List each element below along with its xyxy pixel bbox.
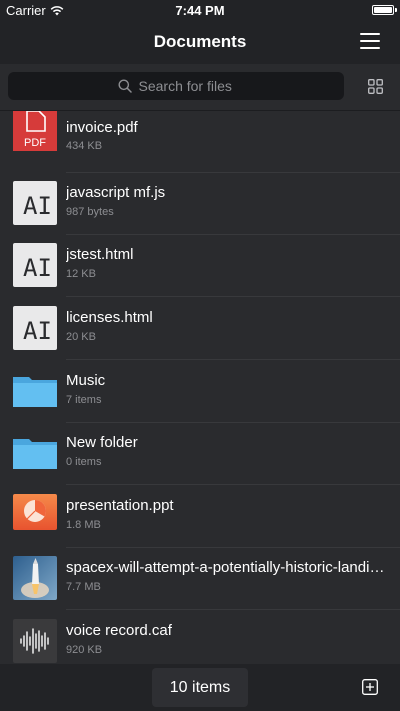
search-icon — [118, 79, 132, 93]
file-row-javascript[interactable]: AI javascript mf.js 987 bytes — [0, 173, 400, 235]
file-row-voice-record[interactable]: voice record.caf 920 KB — [0, 611, 400, 664]
text-badge-label: AI — [23, 254, 52, 282]
file-name: Music — [66, 372, 106, 389]
row-divider — [66, 609, 400, 610]
text-badge-label: AI — [23, 192, 52, 220]
documents-screen: Carrier 7:44 PM Documents Search for fil… — [0, 0, 400, 711]
file-meta: 434 KB — [66, 140, 103, 152]
rocket-photo-thumbnail — [13, 556, 57, 600]
audio-waveform-icon — [13, 619, 57, 663]
file-list: PDF invoice.pdf 434 KB AI javascript mf.… — [0, 111, 400, 664]
file-name: presentation.ppt — [66, 497, 174, 514]
file-meta: 20 KB — [66, 331, 96, 343]
status-time: 7:44 PM — [175, 3, 225, 18]
text-badge-label: AI — [23, 317, 52, 345]
row-divider — [66, 359, 400, 360]
folder-row-new-folder[interactable]: New folder 0 items — [0, 423, 400, 485]
pdf-badge-label: PDF — [24, 137, 46, 149]
folder-icon — [13, 377, 57, 407]
file-meta: 1.8 MB — [66, 519, 101, 531]
text-file-icon: AI — [13, 243, 57, 287]
file-meta: 0 items — [66, 456, 102, 468]
add-icon[interactable] — [362, 679, 378, 695]
hamburger-menu-icon[interactable] — [360, 33, 380, 49]
file-meta: 987 bytes — [66, 206, 114, 218]
folder-row-music[interactable]: Music 7 items — [0, 361, 400, 423]
folder-icon — [13, 439, 57, 469]
search-area — [0, 64, 400, 111]
file-name: jstest.html — [66, 246, 134, 263]
text-file-icon: AI — [13, 181, 57, 225]
file-name: voice record.caf — [66, 622, 172, 639]
file-row-jstest[interactable]: AI jstest.html 12 KB — [0, 235, 400, 297]
file-row-presentation[interactable]: presentation.ppt 1.8 MB — [0, 486, 400, 548]
file-name: spacex-will-attempt-a-potentially-histor… — [66, 559, 388, 576]
file-name: New folder — [66, 434, 138, 451]
file-name: invoice.pdf — [66, 119, 138, 136]
file-meta: 920 KB — [66, 644, 103, 656]
battery-tip — [395, 8, 397, 12]
battery-icon — [372, 5, 397, 15]
status-bar: Carrier 7:44 PM — [0, 0, 400, 20]
file-meta: 7.7 MB — [66, 581, 101, 593]
file-meta: 7 items — [66, 394, 102, 406]
navigation-bar: Documents — [0, 20, 400, 64]
item-count-label: 10 items — [152, 668, 248, 707]
file-row-spacex-image[interactable]: spacex-will-attempt-a-potentially-histor… — [0, 548, 400, 610]
battery-fill — [374, 7, 392, 13]
page-title: Documents — [153, 32, 247, 51]
file-meta: 12 KB — [66, 268, 96, 280]
presentation-file-icon — [13, 494, 57, 530]
search-field[interactable] — [8, 72, 344, 100]
file-name: javascript mf.js — [66, 184, 166, 201]
row-divider — [66, 296, 400, 297]
file-row-invoice[interactable]: PDF invoice.pdf 434 KB — [0, 111, 400, 173]
pdf-file-icon: PDF — [13, 111, 57, 151]
row-divider — [66, 484, 400, 485]
file-name: licenses.html — [66, 309, 153, 326]
file-row-licenses[interactable]: AI licenses.html 20 KB — [0, 298, 400, 360]
text-file-icon: AI — [13, 306, 57, 350]
grid-view-icon[interactable] — [368, 79, 383, 94]
bottom-toolbar: 10 items — [0, 664, 400, 711]
search-input[interactable] — [138, 78, 235, 94]
